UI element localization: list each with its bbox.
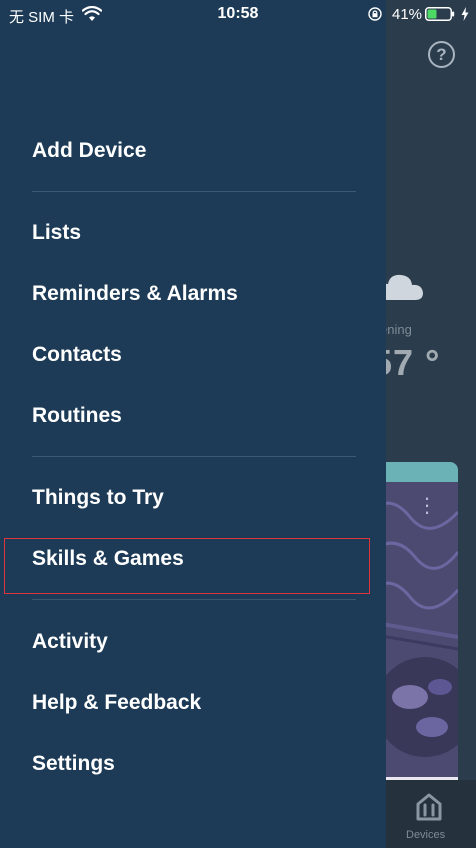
menu-item-routines[interactable]: Routines (32, 404, 122, 428)
menu-item-things-to-try[interactable]: Things to Try (32, 486, 164, 510)
navigation-drawer: Add Device Lists Reminders & Alarms Cont… (0, 0, 386, 848)
devices-icon[interactable] (414, 792, 444, 822)
menu-divider (32, 191, 356, 192)
battery-icon (425, 7, 455, 21)
menu-item-contacts[interactable]: Contacts (32, 343, 122, 367)
orientation-lock-icon (368, 7, 382, 21)
menu-item-help-feedback[interactable]: Help & Feedback (32, 691, 201, 715)
menu-item-add-device[interactable]: Add Device (32, 139, 146, 163)
menu-item-activity[interactable]: Activity (32, 630, 108, 654)
tab-devices-label[interactable]: Devices (406, 829, 445, 841)
help-icon[interactable]: ? (428, 41, 455, 68)
menu-item-lists[interactable]: Lists (32, 221, 81, 245)
battery-percent: 41% (392, 6, 423, 23)
selection-highlight (4, 538, 370, 594)
charging-icon (461, 7, 469, 21)
status-bar: 无 SIM 卡 10:58 41% (0, 0, 476, 30)
card-more-icon[interactable]: · · · (422, 487, 432, 523)
menu-item-settings[interactable]: Settings (32, 752, 115, 776)
menu-divider (32, 599, 356, 600)
menu-divider (32, 456, 356, 457)
menu-item-reminders-alarms[interactable]: Reminders & Alarms (32, 282, 238, 306)
